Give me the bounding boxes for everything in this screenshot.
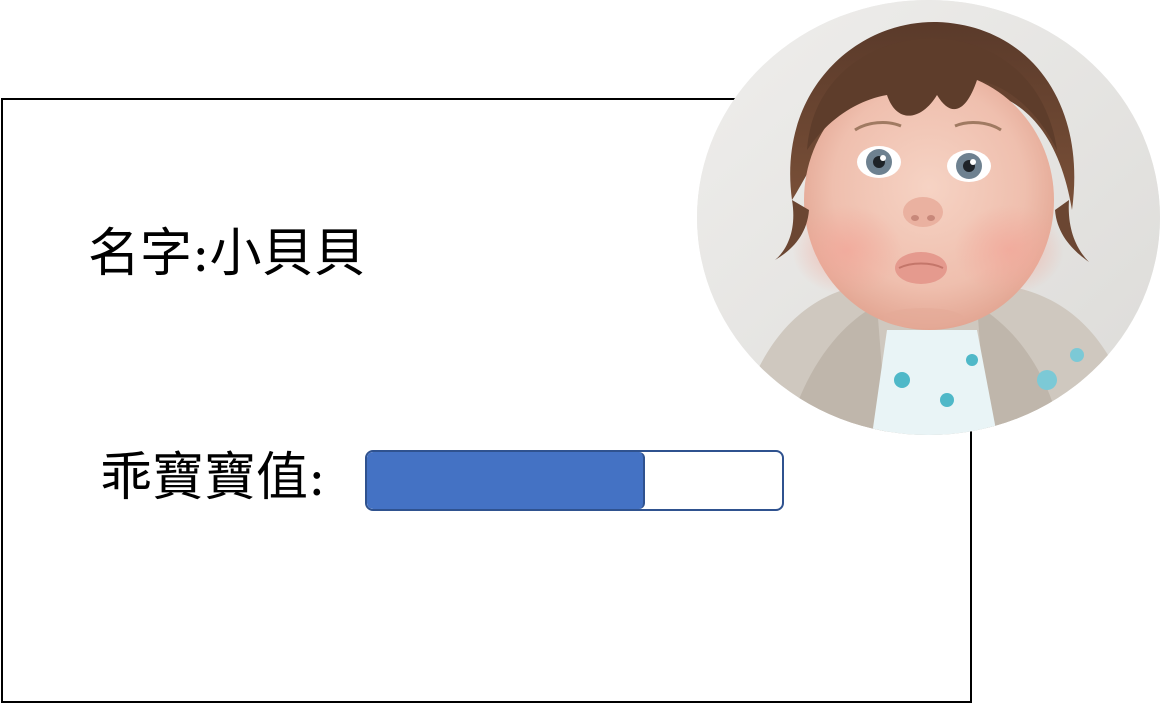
baby-photo-icon [697, 0, 1160, 435]
cuteness-progress-fill [367, 452, 646, 509]
avatar-photo [697, 0, 1160, 435]
name-text: 名字:小貝貝 [88, 224, 366, 284]
cuteness-progress-bar [365, 450, 784, 511]
cuteness-label: 乖寶寶值: [100, 448, 326, 508]
